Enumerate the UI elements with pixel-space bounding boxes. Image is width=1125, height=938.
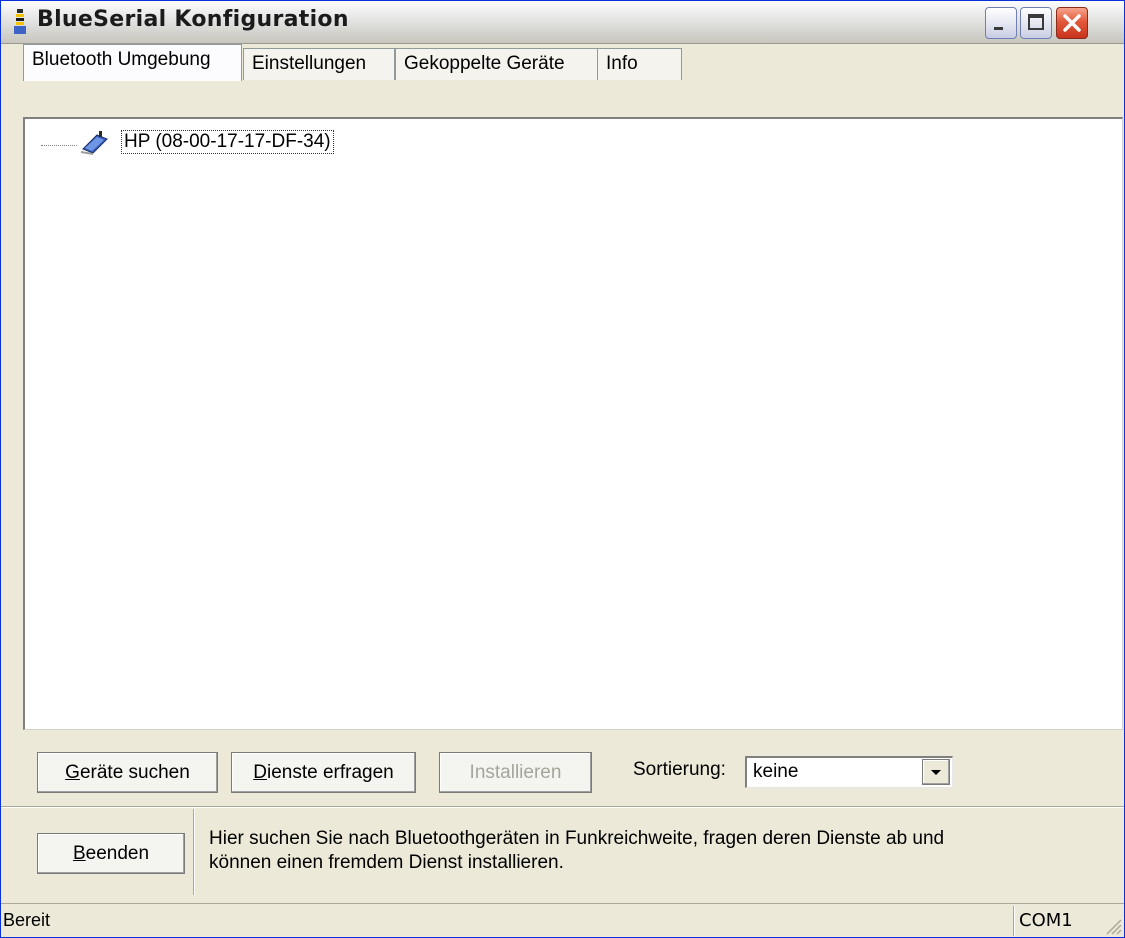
tab-bluetooth-umgebung[interactable]: Bluetooth Umgebung — [23, 44, 242, 81]
status-text: Bereit — [3, 910, 51, 930]
port-indicator: COM1 — [1019, 910, 1073, 931]
close-icon — [1063, 14, 1081, 32]
title-bar[interactable]: BlueSerial Konfiguration — [1, 1, 1124, 44]
sort-value: keine — [753, 761, 799, 782]
tab-info[interactable]: Info — [597, 48, 682, 80]
close-button[interactable] — [1056, 7, 1088, 39]
help-line-2: können einen fremdem Dienst installieren… — [209, 852, 564, 873]
status-separator — [1013, 906, 1015, 936]
chevron-down-icon — [931, 770, 941, 775]
exit-button[interactable]: Beenden — [37, 833, 185, 874]
app-window: BlueSerial Konfiguration Bluetooth Umgeb… — [0, 0, 1125, 938]
resize-grip-icon[interactable] — [1101, 914, 1123, 936]
maximize-button[interactable] — [1020, 7, 1052, 39]
vertical-divider — [193, 809, 195, 895]
tab-gekoppelte-geraete[interactable]: Gekoppelte Geräte — [395, 48, 598, 80]
bluetooth-device-icon — [81, 131, 108, 155]
install-button[interactable]: Installieren — [439, 752, 592, 793]
minimize-button[interactable] — [985, 7, 1017, 39]
window-title: BlueSerial Konfiguration — [37, 7, 349, 32]
device-tree[interactable]: HP (08-00-17-17-DF-34) — [23, 117, 1123, 730]
exit-accel: B — [72, 843, 86, 864]
dropdown-button[interactable] — [922, 759, 950, 785]
search-devices-button[interactable]: Geräte suchen — [37, 752, 218, 793]
tab-strip: Bluetooth Umgebung Einstellungen Gekoppe… — [1, 44, 1124, 81]
help-text: Hier suchen Sie nach Bluetoothgeräten in… — [209, 827, 1109, 875]
maximize-icon — [1028, 14, 1044, 30]
search-accel: G — [65, 762, 80, 783]
services-label: ienste erfragen — [266, 762, 394, 783]
tree-connector-line — [41, 145, 77, 146]
services-accel: D — [253, 762, 267, 783]
horizontal-divider — [1, 806, 1124, 808]
search-label: eräte suchen — [79, 762, 190, 783]
sort-label: Sortierung: — [633, 759, 726, 780]
help-line-1: Hier suchen Sie nach Bluetoothgeräten in… — [209, 828, 945, 849]
bluetooth-app-icon — [14, 9, 26, 34]
minimize-icon — [994, 27, 1003, 30]
query-services-button[interactable]: Dienste erfragen — [231, 752, 416, 793]
exit-label: eenden — [85, 843, 150, 864]
sort-select[interactable]: keine — [745, 756, 953, 788]
status-bar: Bereit COM1 — [1, 903, 1124, 938]
device-label[interactable]: HP (08-00-17-17-DF-34) — [121, 130, 334, 154]
tab-einstellungen[interactable]: Einstellungen — [243, 48, 395, 80]
